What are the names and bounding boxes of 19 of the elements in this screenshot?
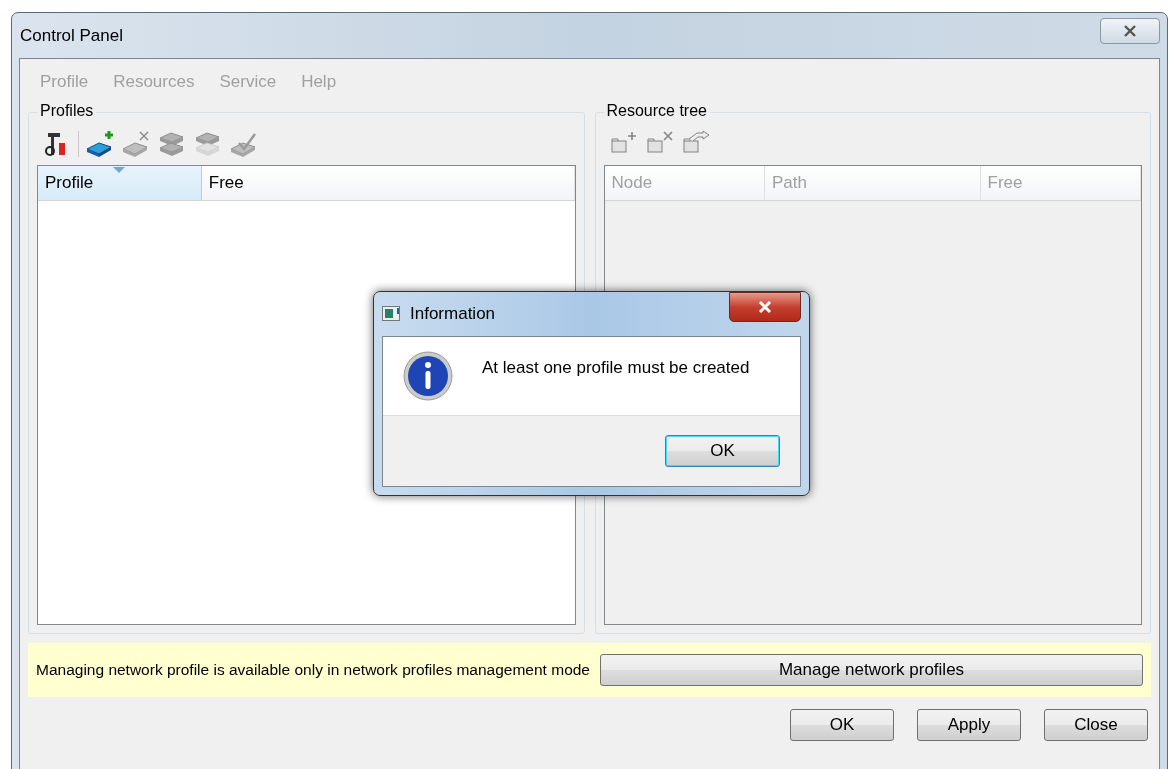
manage-button[interactable]: Manage network profiles — [600, 654, 1143, 686]
close-button[interactable]: Close — [1044, 709, 1148, 741]
close-button[interactable] — [1100, 17, 1160, 44]
ok-button[interactable]: OK — [665, 435, 780, 467]
info-icon — [402, 350, 454, 402]
close-button[interactable] — [729, 292, 801, 322]
add-profile-icon[interactable] — [85, 129, 115, 159]
close-icon — [1122, 24, 1138, 37]
dialog-title: Information — [410, 304, 497, 324]
dialog-message: At least one profile must be created — [482, 358, 750, 378]
column-header[interactable]: Profile — [38, 166, 202, 200]
notice-text: Managing network profile is available only in network profiles management mode — [36, 661, 590, 679]
ok-button[interactable]: OK — [790, 709, 894, 741]
close-icon — [758, 301, 772, 313]
column-header[interactable]: Free — [201, 166, 575, 200]
window-title: Control Panel — [19, 25, 123, 46]
app-icon — [382, 306, 402, 322]
sort-arrow-icon — [113, 167, 126, 173]
apply-button[interactable]: Apply — [917, 709, 1021, 741]
